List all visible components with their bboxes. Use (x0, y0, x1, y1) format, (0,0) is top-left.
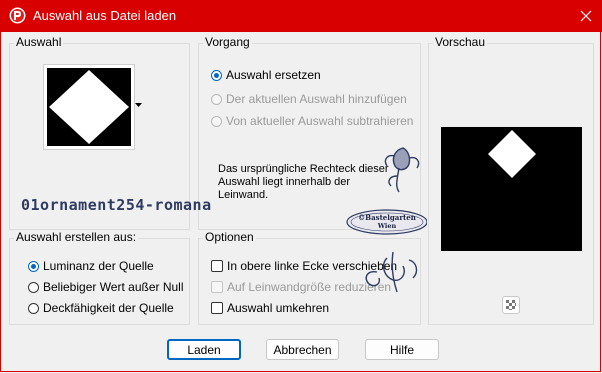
checkerboard-icon (506, 300, 516, 310)
selection-thumbnail[interactable] (43, 64, 135, 150)
checkbox-label: Auswahl umkehren (227, 301, 330, 315)
radio-opacity[interactable]: Deckfähigkeit der Quelle (28, 301, 174, 315)
radio-replace[interactable]: Auswahl ersetzen (211, 68, 321, 82)
checkbox[interactable] (211, 302, 223, 314)
title-bar: Auswahl aus Datei laden (0, 0, 602, 32)
radio-subtract[interactable]: Von aktueller Auswahl subtrahieren (211, 114, 413, 128)
radio-button[interactable] (28, 260, 39, 272)
stamp-line2: Wien (377, 222, 397, 230)
vorschau-group-label: Vorschau (433, 35, 488, 49)
selection-thumbnail-image (47, 68, 131, 146)
cancel-button[interactable]: Abbrechen (266, 339, 339, 360)
radio-label: Auswahl ersetzen (226, 68, 321, 82)
window-title: Auswahl aus Datei laden (33, 8, 177, 23)
radio-label: Der aktuellen Auswahl hinzufügen (226, 92, 407, 106)
watermark-name: 01ornament254-romana (21, 196, 212, 214)
close-button[interactable] (570, 0, 602, 32)
checkbox[interactable] (211, 281, 223, 293)
ornament-stamp-image: ©Bastelgarten Wien (346, 147, 427, 293)
vorgang-group-label: Vorgang (203, 35, 252, 49)
optionen-group-label: Optionen (203, 230, 256, 244)
preview-image (441, 127, 582, 251)
radio-label: Deckfähigkeit der Quelle (43, 301, 174, 315)
erstellen-group-label: Auswahl erstellen aus: (14, 230, 139, 244)
app-icon (9, 7, 26, 24)
radio-label: Von aktueller Auswahl subtrahieren (226, 114, 414, 128)
close-icon (580, 10, 592, 22)
vorschau-group: Vorschau (428, 35, 594, 325)
check-invert[interactable]: Auswahl umkehren (211, 301, 329, 315)
load-button[interactable]: Laden (167, 339, 241, 360)
radio-button[interactable] (28, 281, 39, 293)
radio-label: Beliebiger Wert außer Null (43, 280, 184, 294)
triangle-down-icon[interactable] (135, 103, 142, 108)
radio-nonzero[interactable]: Beliebiger Wert außer Null (28, 280, 184, 294)
auswahl-group-label: Auswahl (14, 35, 64, 49)
checkerboard-button[interactable] (502, 296, 520, 314)
radio-button[interactable] (211, 115, 222, 127)
radio-luminance[interactable]: Luminanz der Quelle (28, 259, 154, 273)
radio-add[interactable]: Der aktuellen Auswahl hinzufügen (211, 92, 407, 106)
checkbox[interactable] (211, 260, 223, 272)
radio-button[interactable] (28, 302, 39, 314)
radio-label: Luminanz der Quelle (43, 259, 154, 273)
stamp-line1: ©Bastelgarten (358, 213, 416, 222)
dialog-body: Auswahl Vorgang Auswahl ersetzen Der akt… (0, 32, 601, 372)
radio-button[interactable] (211, 93, 222, 105)
radio-button[interactable] (211, 69, 222, 81)
erstellen-group: Auswahl erstellen aus: Luminanz der Quel… (9, 230, 190, 325)
help-button[interactable]: Hilfe (365, 339, 439, 360)
